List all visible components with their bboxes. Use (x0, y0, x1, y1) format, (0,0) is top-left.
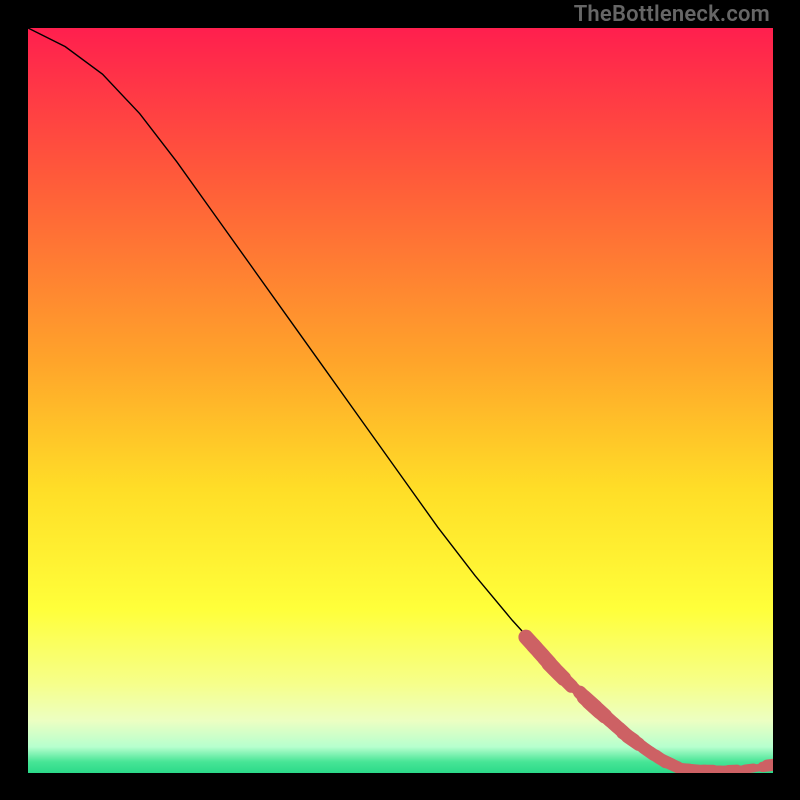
plot-area (28, 28, 773, 773)
watermark-label: TheBottleneck.com (574, 4, 770, 26)
data-points (28, 28, 773, 773)
chart-stage: TheBottleneck.com (0, 0, 800, 800)
